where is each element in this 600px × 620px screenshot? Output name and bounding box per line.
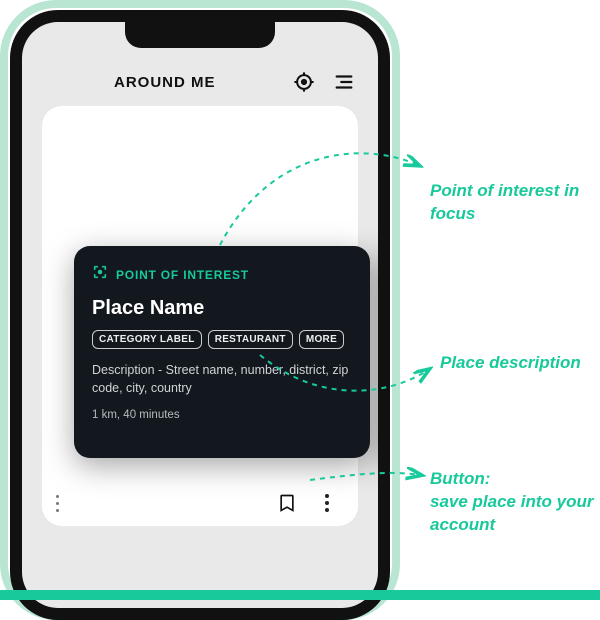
more-options-button[interactable] (316, 492, 338, 514)
chip-restaurant[interactable]: RESTAURANT (208, 330, 293, 349)
annotation-place-description: Place description (440, 352, 581, 375)
main-content: P C Dedis 1 k (22, 106, 378, 526)
page-title: AROUND ME (114, 74, 216, 91)
card-footer (52, 484, 348, 514)
poi-card-focused[interactable]: POINT OF INTEREST Place Name CATEGORY LA… (74, 246, 370, 458)
annotation-poi-focus: Point of interest in focus (430, 180, 600, 226)
locate-icon[interactable] (292, 70, 316, 94)
poi-section-row: POINT OF INTEREST (92, 264, 352, 285)
annotation-save-button: Button: save place into your account (430, 468, 600, 537)
phone-frame: AROUND ME (10, 10, 390, 620)
poi-section-label: POINT OF INTEREST (116, 268, 249, 282)
focus-icon (92, 264, 108, 285)
chip-more[interactable]: MORE (299, 330, 344, 349)
poi-title: Place Name (92, 297, 352, 320)
bookmark-button[interactable] (276, 492, 298, 514)
poi-distance-time: 1 km, 40 minutes (92, 409, 352, 421)
poi-description: Description - Street name, number, distr… (92, 361, 352, 397)
chip-row: CATEGORY LABEL RESTAURANT MORE (92, 330, 352, 349)
menu-icon[interactable] (332, 70, 356, 94)
drag-handle-icon[interactable] (56, 495, 59, 512)
chip-category[interactable]: CATEGORY LABEL (92, 330, 202, 349)
card-container: P C Dedis 1 k (42, 106, 358, 526)
bottom-accent-bar (0, 590, 600, 600)
phone-screen: AROUND ME (22, 22, 378, 608)
phone-notch (125, 22, 275, 48)
